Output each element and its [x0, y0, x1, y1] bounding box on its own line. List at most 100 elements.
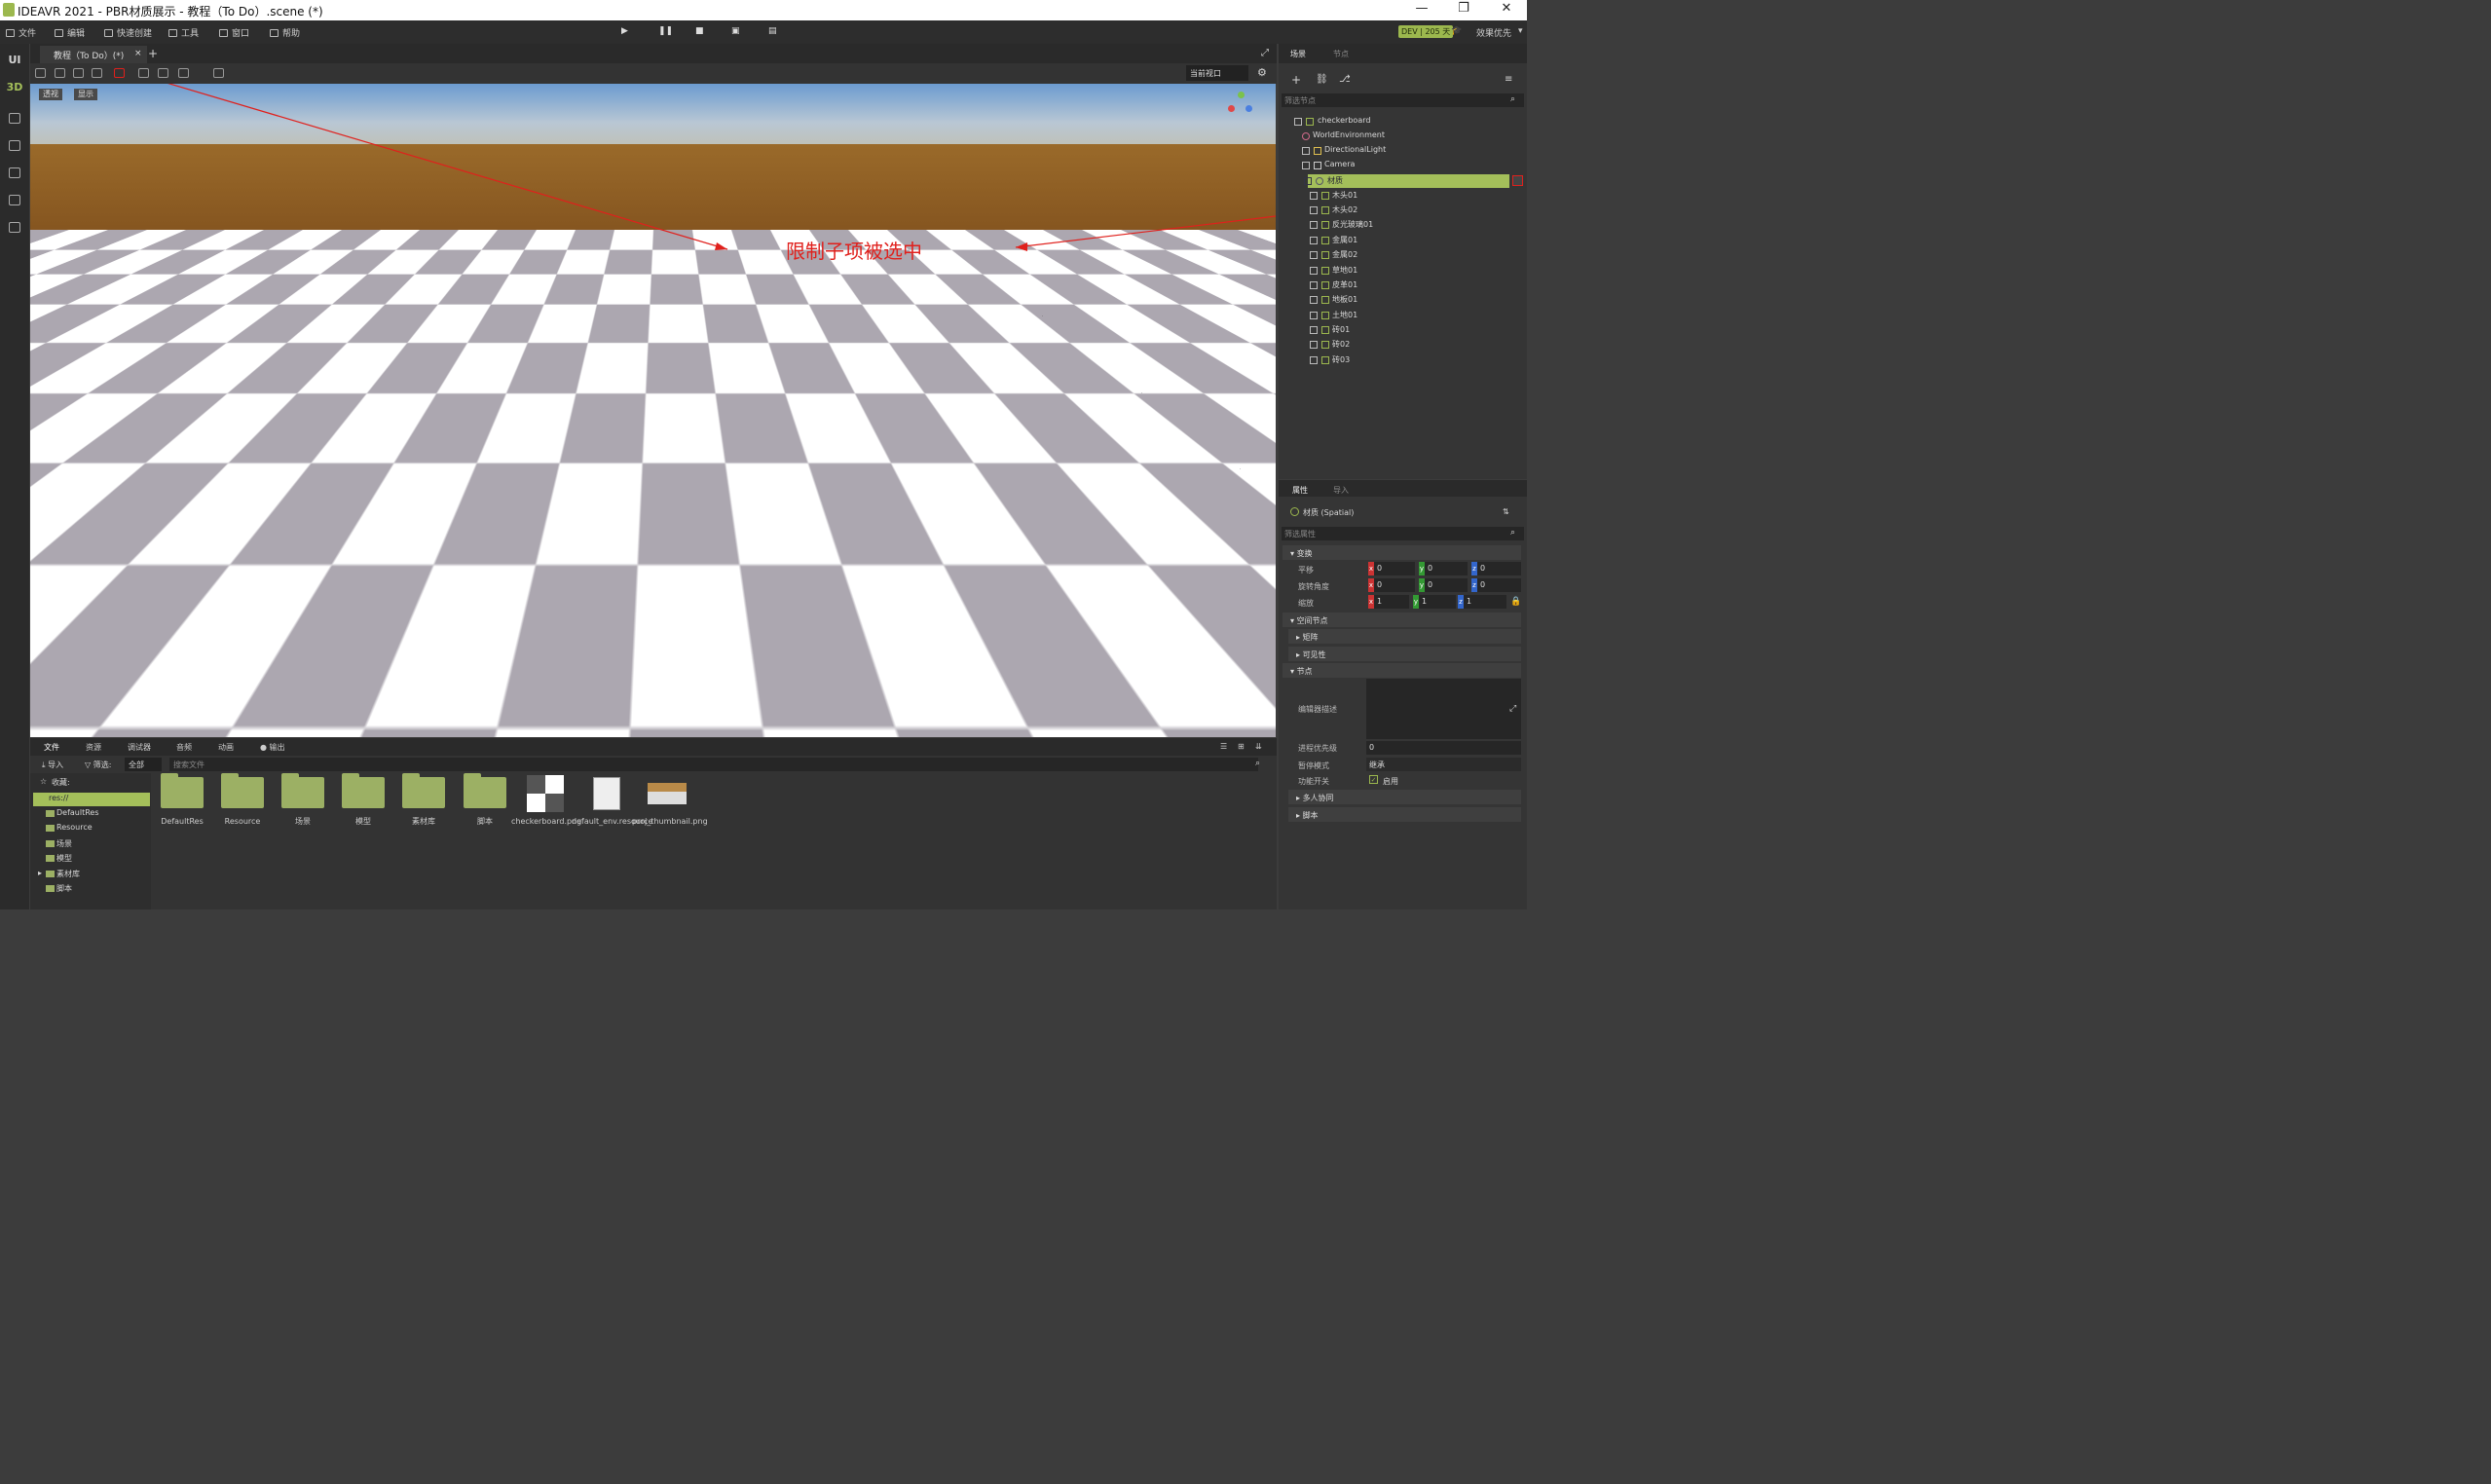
- tree-node-child[interactable]: 地板01: [1279, 293, 1527, 307]
- menu-icon[interactable]: ≡: [1505, 74, 1512, 85]
- scale-z-input[interactable]: 1: [1464, 595, 1506, 609]
- close-tab-icon[interactable]: ×: [134, 49, 142, 58]
- checkbox-icon[interactable]: [1294, 118, 1302, 126]
- scale-x-input[interactable]: 1: [1374, 595, 1409, 609]
- scale-tool-icon[interactable]: [92, 68, 102, 78]
- link-icon[interactable]: ⛓: [1316, 74, 1328, 85]
- move-tool-icon[interactable]: [55, 68, 65, 78]
- local-space-icon[interactable]: [138, 68, 149, 78]
- chevron-down-icon[interactable]: ▾: [1518, 26, 1523, 36]
- editor-desc-textarea[interactable]: [1366, 679, 1521, 739]
- translate-y-input[interactable]: 0: [1425, 562, 1468, 575]
- tree-node-world-environment[interactable]: WorldEnvironment: [1279, 130, 1527, 143]
- chevron-right-icon[interactable]: ▸: [38, 869, 42, 877]
- tab-scene-tree[interactable]: 场景: [1290, 49, 1306, 59]
- menu-file[interactable]: 文件: [6, 26, 36, 39]
- tree-node-child[interactable]: 金属02: [1279, 248, 1527, 262]
- stop-icon[interactable]: ■: [695, 26, 704, 36]
- section-transform[interactable]: ▾ 变换: [1283, 545, 1521, 560]
- tree-node-child[interactable]: 金属01: [1279, 234, 1527, 247]
- folder-icon[interactable]: [342, 777, 385, 808]
- expand-icon[interactable]: ⤢: [1509, 704, 1516, 714]
- fs-item[interactable]: 脚本: [30, 883, 151, 897]
- fs-item[interactable]: ▸ 素材库: [30, 869, 151, 882]
- rotate-x-input[interactable]: 0: [1374, 578, 1415, 592]
- rotate-y-input[interactable]: 0: [1425, 578, 1468, 592]
- checkbox-icon[interactable]: [1310, 237, 1318, 244]
- tree-node-directional-light[interactable]: DirectionalLight: [1279, 144, 1527, 158]
- checkbox-icon[interactable]: [1310, 356, 1318, 364]
- checkbox-icon[interactable]: [1310, 326, 1318, 334]
- file-label[interactable]: 模型: [329, 816, 397, 828]
- checkbox-icon[interactable]: [1310, 296, 1318, 304]
- menu-tools[interactable]: 工具: [168, 26, 199, 39]
- feature-switch-checkbox[interactable]: ✓: [1369, 775, 1378, 784]
- grid-view-icon[interactable]: ⊞: [1238, 742, 1245, 751]
- checkbox-icon[interactable]: [1310, 221, 1318, 229]
- menu-edit[interactable]: 编辑: [55, 26, 85, 39]
- play-custom-icon[interactable]: ▤: [768, 26, 777, 36]
- checkbox-icon[interactable]: [1310, 192, 1318, 200]
- tab-import[interactable]: 导入: [1333, 485, 1349, 496]
- fs-item[interactable]: 模型: [30, 853, 151, 867]
- folder-icon[interactable]: [281, 777, 324, 808]
- collapse-icon[interactable]: ⇊: [1255, 742, 1262, 751]
- view-layout-icon[interactable]: [178, 68, 189, 78]
- list-view-icon[interactable]: ☰: [1220, 742, 1227, 751]
- view-select[interactable]: 当前视口: [1186, 65, 1248, 81]
- checkbox-icon[interactable]: [1310, 267, 1318, 275]
- instance-icon[interactable]: ⎇: [1339, 74, 1351, 85]
- fs-item-res[interactable]: res://: [33, 793, 150, 806]
- section-matrix[interactable]: ▸ 矩阵: [1288, 629, 1521, 644]
- tab-node[interactable]: 节点: [1333, 49, 1349, 59]
- store-icon[interactable]: [9, 140, 20, 151]
- image-thumbnail-icon[interactable]: [648, 783, 687, 804]
- section-visibility[interactable]: ▸ 可见性: [1288, 647, 1521, 661]
- camera-preview-icon[interactable]: [213, 68, 224, 78]
- checkbox-icon[interactable]: [1310, 281, 1318, 289]
- menu-window[interactable]: 窗口: [219, 26, 249, 39]
- docs-icon[interactable]: [9, 222, 20, 233]
- tree-node-child[interactable]: 砖02: [1279, 338, 1527, 352]
- file-label[interactable]: Resource: [208, 816, 277, 828]
- tab-debugger[interactable]: 调试器: [128, 742, 151, 753]
- add-tab-icon[interactable]: +: [148, 47, 158, 60]
- section-node[interactable]: ▾ 节点: [1283, 663, 1521, 678]
- mode-3d-button[interactable]: 3D: [0, 81, 29, 93]
- menu-help[interactable]: 帮助: [270, 26, 300, 39]
- ui-mode-button[interactable]: UI: [0, 54, 29, 66]
- pause-icon[interactable]: ❚❚: [658, 26, 673, 36]
- tree-node-checkerboard[interactable]: checkerboard: [1279, 115, 1527, 129]
- file-label[interactable]: 素材库: [390, 816, 458, 828]
- quality-dropdown[interactable]: 效果优先: [1476, 26, 1511, 39]
- checkbox-icon[interactable]: [1310, 206, 1318, 214]
- minimize-icon[interactable]: —: [1407, 1, 1436, 19]
- document-icon[interactable]: [593, 777, 620, 810]
- rotate-tool-icon[interactable]: [73, 68, 84, 78]
- property-filter-input[interactable]: 筛选属性: [1282, 527, 1524, 540]
- select-tool-icon[interactable]: [35, 68, 46, 78]
- lock-selection-icon[interactable]: [1512, 175, 1523, 186]
- scale-y-input[interactable]: 1: [1419, 595, 1456, 609]
- tab-animation[interactable]: 动画: [218, 742, 234, 753]
- folder-icon[interactable]: [464, 777, 506, 808]
- play-scene-icon[interactable]: ▣: [731, 26, 740, 36]
- file-label[interactable]: 脚本: [451, 816, 519, 828]
- restore-icon[interactable]: ❐: [1449, 1, 1478, 19]
- file-search-input[interactable]: 搜索文件: [169, 758, 1258, 771]
- 3d-viewport[interactable]: 透视 显示 限制子项被选中: [30, 84, 1276, 737]
- checkbox-icon[interactable]: [1310, 251, 1318, 259]
- export-icon[interactable]: [9, 195, 20, 205]
- add-node-icon[interactable]: +: [1291, 73, 1301, 87]
- fs-item[interactable]: DefaultRes: [30, 808, 151, 822]
- file-label[interactable]: proj_thumbnail.png: [632, 816, 702, 828]
- checkbox-icon[interactable]: [1310, 312, 1318, 319]
- tree-node-child[interactable]: 木头02: [1279, 204, 1527, 217]
- snap-icon[interactable]: [158, 68, 168, 78]
- tab-properties[interactable]: 属性: [1292, 485, 1308, 496]
- checkbox-icon[interactable]: [1302, 147, 1310, 155]
- tree-node-child[interactable]: 砖01: [1279, 323, 1527, 337]
- section-script[interactable]: ▸ 脚本: [1288, 807, 1521, 822]
- tree-node-child[interactable]: 土地01: [1279, 309, 1527, 322]
- tab-audio[interactable]: 音频: [176, 742, 192, 753]
